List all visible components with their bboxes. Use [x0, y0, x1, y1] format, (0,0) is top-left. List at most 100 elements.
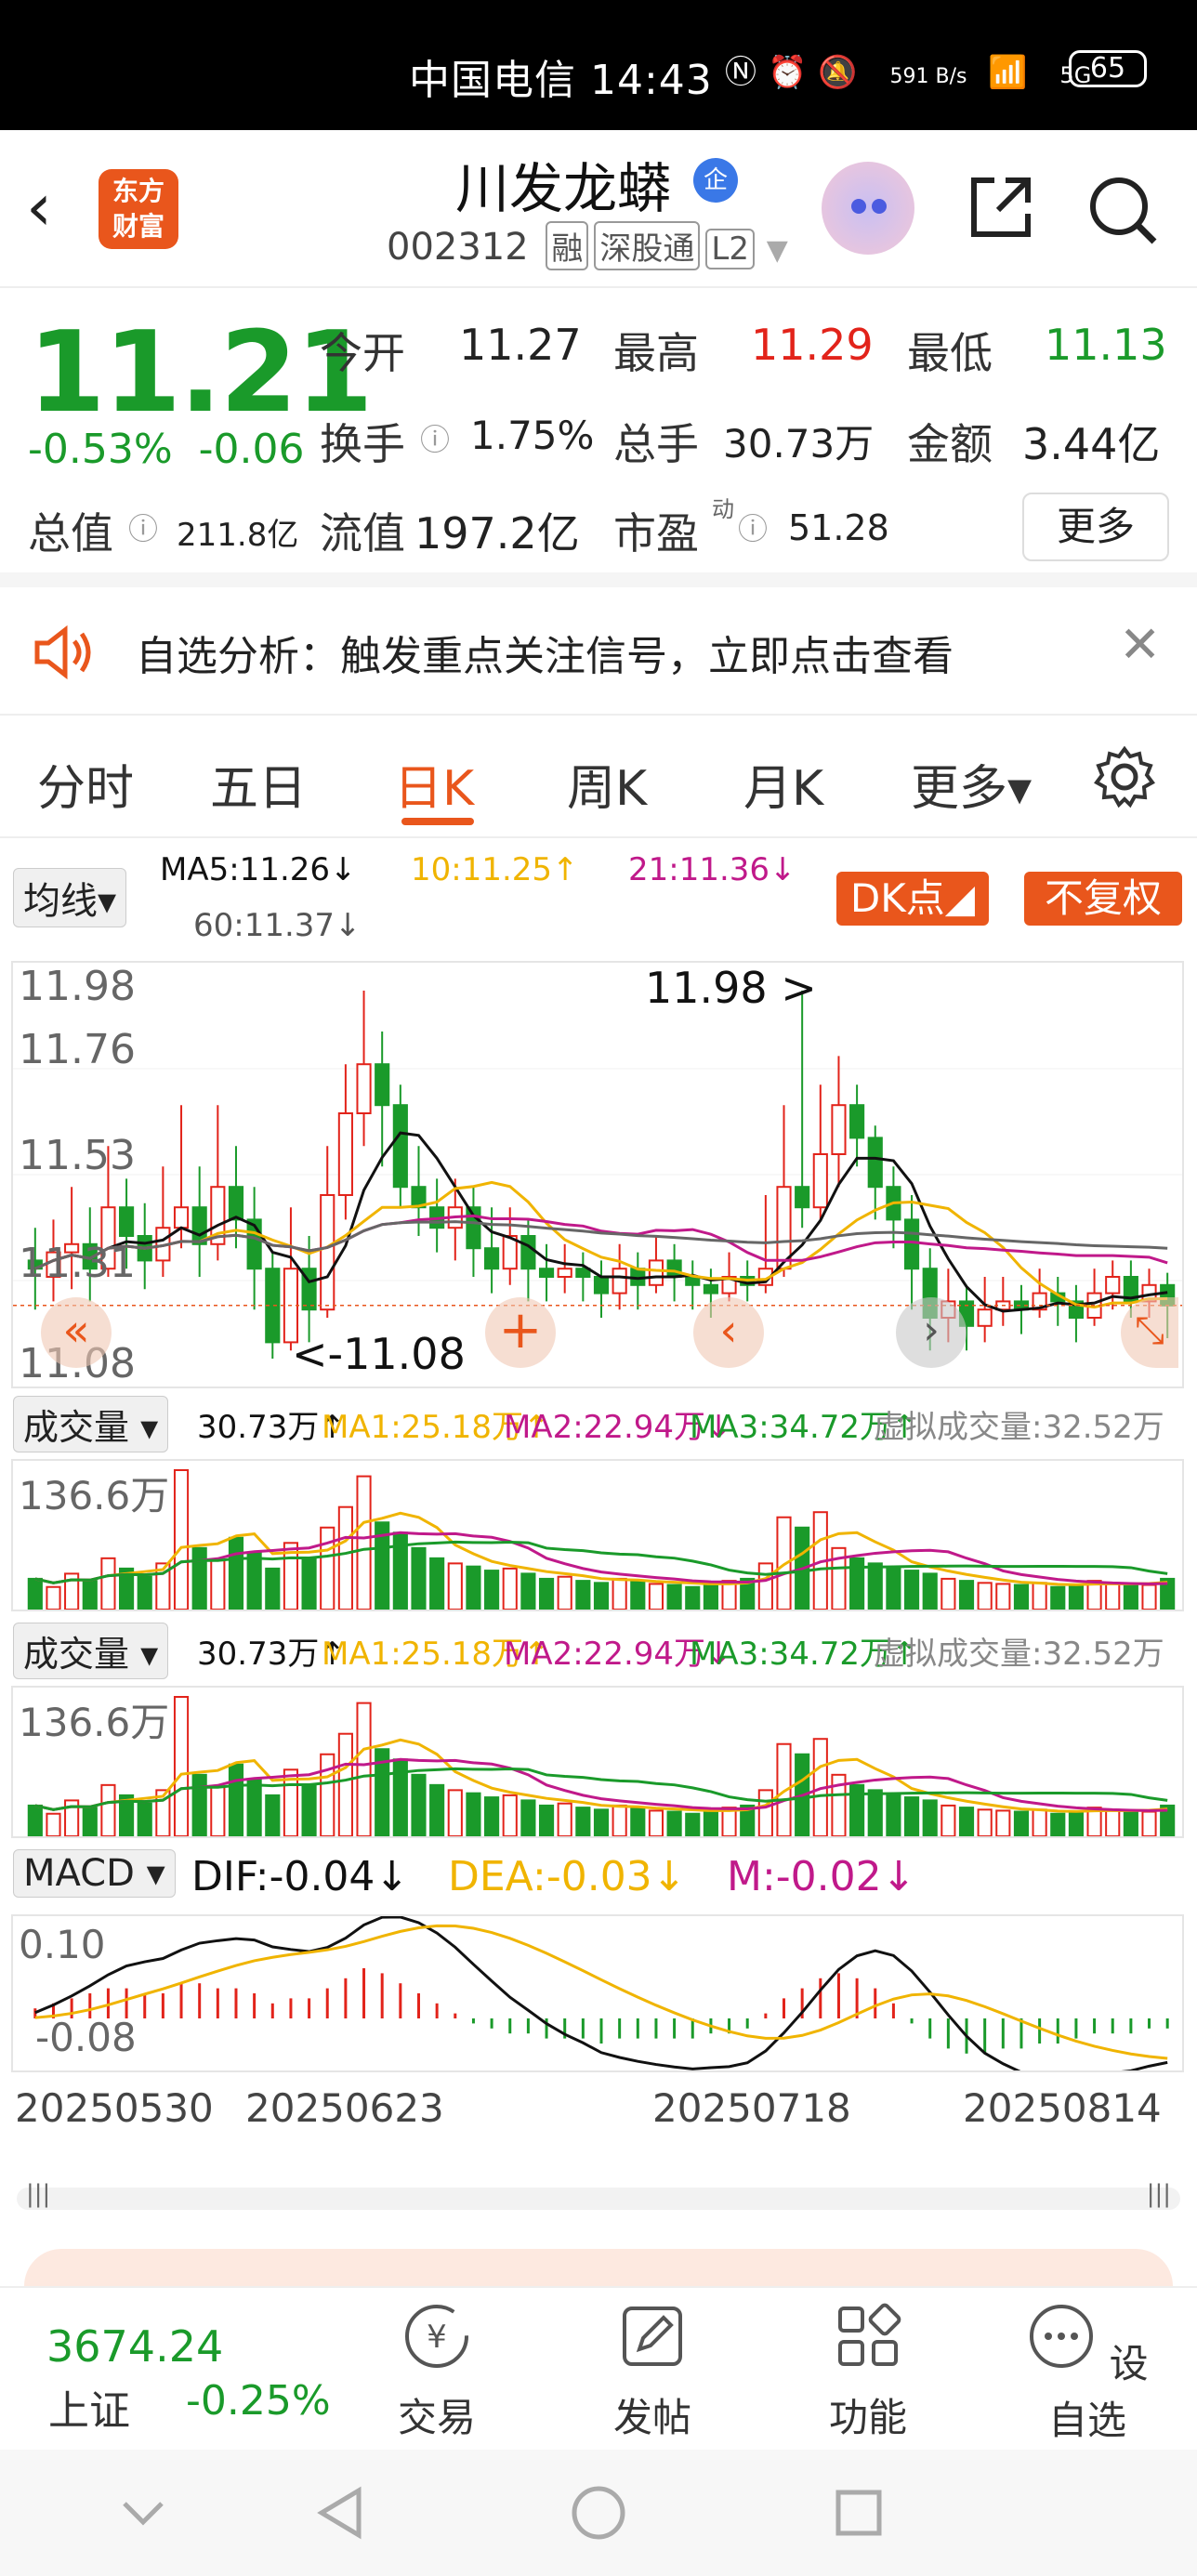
step-left-button[interactable]: ‹: [693, 1297, 764, 1368]
kline-chart[interactable]: 11.98 11.76 11.53 11.31 11.08 11.98 > <-…: [11, 961, 1184, 1388]
step-right-button[interactable]: ›: [896, 1297, 967, 1368]
dk-point-button[interactable]: DK点◢: [836, 872, 989, 926]
analysis-notice[interactable]: 自选分析：触发重点关注信号，立即点击查看 ✕: [0, 587, 1197, 716]
volume-bar-25: [484, 1570, 500, 1610]
chart-area: 均线▾ MA5:11.26↓ 10:11.25↑ 21:11.36↓ 60:11…: [0, 840, 1197, 2210]
tab-five-day[interactable]: 五日: [210, 749, 307, 819]
float-label: 流值: [320, 508, 405, 559]
candle-body-59: [1105, 1276, 1121, 1295]
volume-bar-12: [246, 1552, 262, 1610]
chart-scrollbar[interactable]: ||| |||: [17, 2180, 1180, 2210]
tab-weekly-k[interactable]: 周K: [567, 749, 647, 819]
mute-icon: 🔕: [818, 54, 869, 91]
post-button[interactable]: 发帖: [595, 2301, 710, 2443]
volume-bar-8: [173, 1696, 190, 1836]
candle-body-28: [538, 1268, 555, 1279]
ma21-value: 21:11.36↓: [628, 851, 796, 888]
scroll-handle-right[interactable]: |||: [1147, 2180, 1171, 2208]
more-button[interactable]: 更多: [1022, 493, 1169, 561]
stock-code-row[interactable]: 002312 融深股通 L2 ▼: [387, 221, 788, 270]
tab-monthly-k[interactable]: 月K: [743, 749, 823, 819]
ma-selector[interactable]: 均线▾: [13, 868, 127, 927]
volume-chart-1[interactable]: 136.6万: [11, 1459, 1184, 1611]
candle-body-31: [593, 1276, 610, 1295]
volume-bar-25: [484, 1796, 500, 1836]
close-icon[interactable]: ✕: [1119, 615, 1161, 674]
back-arrow-icon[interactable]: ‹: [26, 169, 52, 245]
zoom-in-button[interactable]: +: [485, 1297, 556, 1368]
volume-bar-24: [466, 1792, 481, 1836]
volume-bar-18: [356, 1702, 372, 1836]
price-change: -0.53% -0.06: [28, 426, 305, 473]
nav-back-icon[interactable]: [310, 2483, 370, 2543]
search-icon[interactable]: [1085, 173, 1160, 247]
macd-m: M:-0.02↓: [727, 1853, 916, 1900]
battery-icon: 65: [1069, 50, 1147, 87]
volume-bar-35: [666, 1810, 682, 1836]
nav-home-icon[interactable]: [569, 2483, 628, 2543]
volume-bar-56: [1050, 1812, 1066, 1836]
quote-panel: 11.21 -0.53% -0.06 今开 11.27 最高 11.29 最低 …: [0, 290, 1197, 587]
y-label-2: 11.76: [19, 1026, 136, 1073]
index-name: 上证: [48, 2387, 130, 2435]
ma10-value: 10:11.25↑: [411, 851, 579, 888]
volume-bar-52: [977, 1582, 993, 1610]
low-label: 最低: [907, 328, 993, 378]
index-value[interactable]: 3674.24: [46, 2321, 223, 2372]
function-button[interactable]: 功能: [810, 2301, 926, 2443]
volume-bar-13: [265, 1567, 281, 1610]
info-icon[interactable]: ⓘ: [738, 506, 768, 548]
volume-bar-11: [228, 1536, 244, 1610]
no-adjust-button[interactable]: 不复权: [1024, 872, 1182, 926]
logo-line2: 财富: [112, 211, 164, 242]
assistant-avatar[interactable]: [822, 162, 914, 255]
volume-bar-40: [757, 1789, 773, 1836]
volume-ymax-2: 136.6万: [19, 1700, 170, 1745]
candle-body-25: [484, 1247, 500, 1270]
nav-down-icon[interactable]: [117, 2487, 169, 2539]
date-label-1: 20250530: [15, 2085, 214, 2131]
volume-bar-16: [320, 1526, 335, 1610]
ma60-value: 60:11.37↓: [193, 907, 362, 944]
volume-bar-12: [246, 1779, 262, 1836]
tab-intraday[interactable]: 分时: [37, 749, 134, 819]
macd-selector[interactable]: MACD ▾: [13, 1849, 176, 1898]
volume-svg-1: [27, 1469, 1176, 1610]
trade-button[interactable]: ¥ 交易: [379, 2301, 494, 2443]
volume-bar-37: [703, 1582, 718, 1610]
scroll-handle-left[interactable]: |||: [26, 2180, 50, 2208]
volume-bar-29: [557, 1802, 572, 1836]
volume-bar-10: [210, 1559, 226, 1610]
candle-body-48: [903, 1218, 920, 1270]
volume-bar-9: [191, 1546, 207, 1610]
candle-body-20: [392, 1104, 408, 1189]
info-icon[interactable]: ⓘ: [128, 506, 158, 548]
chevron-down-icon: ▼: [766, 234, 788, 267]
volume-bar-35: [666, 1584, 682, 1610]
info-icon[interactable]: ⓘ: [420, 416, 450, 459]
gear-icon[interactable]: [1093, 745, 1156, 808]
candle-body-29: [557, 1268, 572, 1279]
tab-more[interactable]: 更多▾: [911, 749, 1032, 819]
nav-recents-icon[interactable]: [829, 2483, 888, 2543]
tab-daily-k[interactable]: 日K: [394, 749, 474, 819]
candle-body-16: [320, 1194, 335, 1311]
volume-selector-2[interactable]: 成交量 ▾: [13, 1623, 169, 1679]
macd-chart[interactable]: 0.10 -0.08: [11, 1914, 1184, 2072]
trade-label: 交易: [397, 2395, 476, 2440]
volume-chart-2[interactable]: 136.6万: [11, 1686, 1184, 1838]
volume-bar-51: [958, 1580, 975, 1610]
scroll-left-button[interactable]: «: [41, 1297, 112, 1368]
volume-bar-31: [593, 1808, 610, 1836]
add-watchlist-button[interactable]: 设自选: [1013, 2301, 1162, 2446]
volume-bar-49: [922, 1799, 938, 1836]
logo-line1: 东方: [112, 176, 164, 206]
candle-body-42: [795, 1186, 810, 1209]
volume-bar-47: [886, 1567, 901, 1610]
high-marker: 11.98 >: [645, 963, 817, 1013]
macd-y-top: 0.10: [19, 1922, 106, 1967]
share-icon[interactable]: [967, 173, 1035, 242]
candle-body-27: [520, 1235, 536, 1270]
volume-bar-0: [27, 1577, 43, 1610]
volume-selector[interactable]: 成交量 ▾: [13, 1396, 169, 1452]
